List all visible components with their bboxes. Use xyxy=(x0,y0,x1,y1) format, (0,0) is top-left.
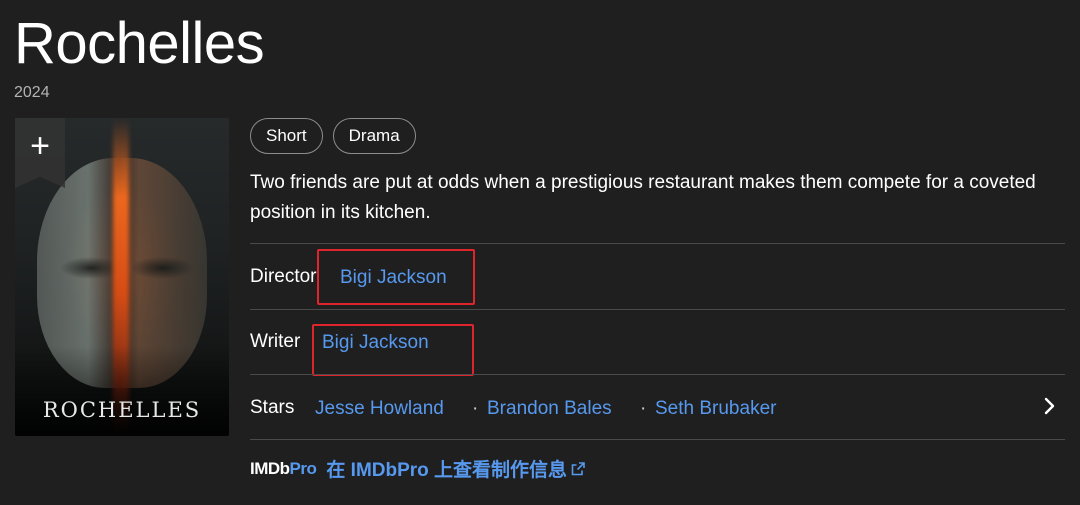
genre-chip-short[interactable]: Short xyxy=(250,118,323,154)
director-highlight-box xyxy=(317,249,475,305)
divider xyxy=(250,374,1065,375)
divider xyxy=(250,243,1065,244)
director-label: Director xyxy=(250,266,317,287)
separator-dot: · xyxy=(640,398,647,419)
poster-title-text: ROCHELLES xyxy=(42,398,202,422)
imdbpro-row: IMDbPro 在 IMDbPro 上查看制作信息 xyxy=(250,455,585,482)
divider xyxy=(250,439,1065,440)
writer-label: Writer xyxy=(250,331,301,352)
star-link[interactable]: Jesse Howland xyxy=(315,398,444,420)
page-title: Rochelles xyxy=(14,11,265,76)
divider xyxy=(250,309,1065,310)
writer-highlight-box xyxy=(312,324,474,376)
imdbpro-link[interactable]: 在 IMDbPro 上查看制作信息 xyxy=(326,455,585,482)
separator-dot: · xyxy=(472,398,479,419)
genre-chips: Short Drama xyxy=(250,118,416,154)
star-link[interactable]: Brandon Bales xyxy=(487,398,612,420)
release-year[interactable]: 2024 xyxy=(14,84,50,102)
plus-icon: + xyxy=(30,127,50,165)
imdbpro-logo[interactable]: IMDbPro xyxy=(250,459,317,479)
star-link[interactable]: Seth Brubaker xyxy=(655,398,776,420)
chevron-right-icon[interactable] xyxy=(1040,395,1060,417)
stars-label: Stars xyxy=(250,397,295,418)
external-link-icon xyxy=(571,462,585,476)
poster-shade xyxy=(15,346,229,436)
genre-chip-drama[interactable]: Drama xyxy=(332,118,416,154)
plot-summary: Two friends are put at odds when a prest… xyxy=(250,172,1036,223)
